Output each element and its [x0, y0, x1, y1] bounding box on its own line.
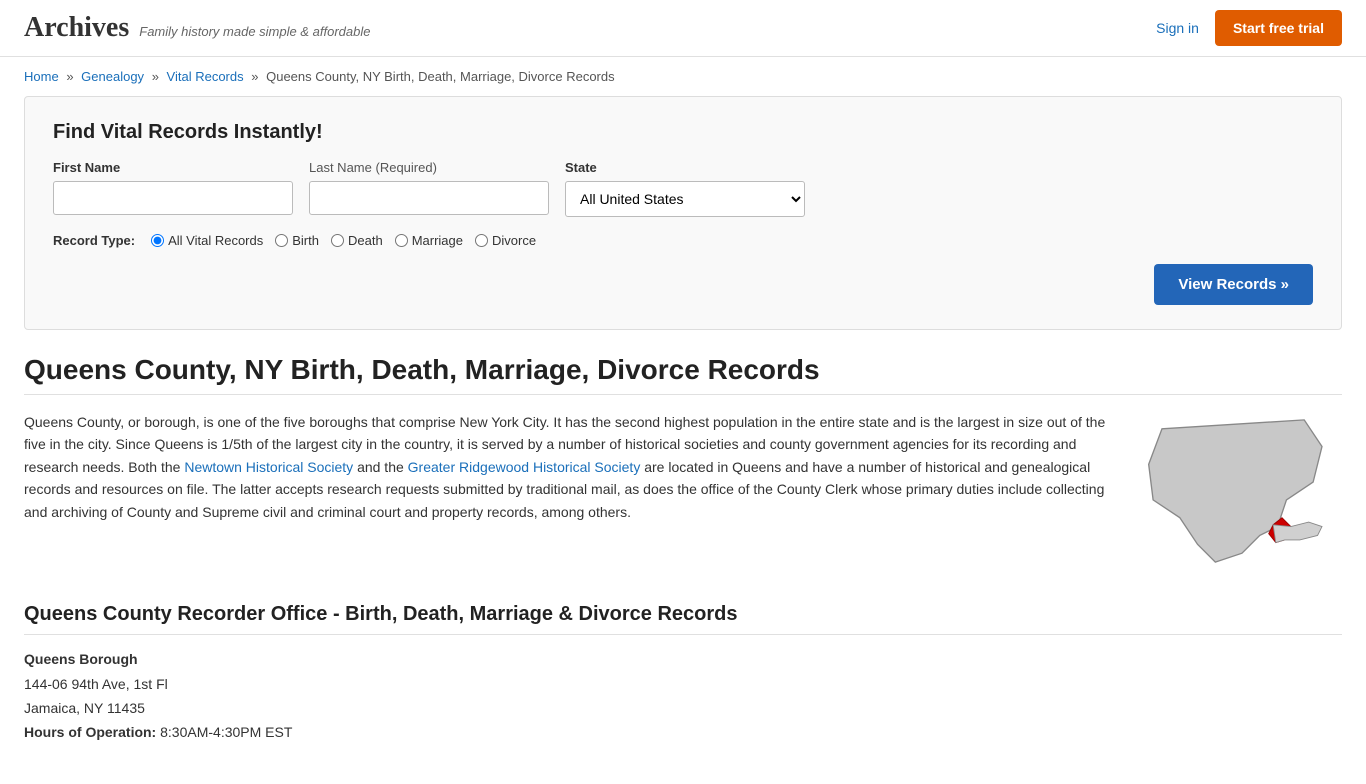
- breadcrumb-current: Queens County, NY Birth, Death, Marriage…: [266, 69, 615, 84]
- view-records-button[interactable]: View Records »: [1154, 264, 1313, 305]
- radio-marriage[interactable]: Marriage: [395, 233, 463, 248]
- main-content: Queens County, NY Birth, Death, Marriage…: [0, 354, 1366, 784]
- radio-death[interactable]: Death: [331, 233, 383, 248]
- hours-label: Hours of Operation:: [24, 724, 156, 740]
- search-fields: First Name Last Name (Required) State Al…: [53, 160, 1313, 217]
- record-type-options: All Vital Records Birth Death Marriage D…: [151, 233, 536, 248]
- page-title: Queens County, NY Birth, Death, Marriage…: [24, 354, 1342, 395]
- ny-map-container: [1142, 411, 1342, 571]
- office-name: Queens Borough: [24, 651, 1342, 667]
- site-logo: Archives: [24, 12, 129, 44]
- breadcrumb-vital-records[interactable]: Vital Records: [167, 69, 244, 84]
- crumb-sep-3: »: [251, 69, 258, 84]
- ny-map: [1142, 411, 1342, 571]
- content-text: Queens County, or borough, is one of the…: [24, 411, 1110, 571]
- recorder-title: Queens County Recorder Office - Birth, D…: [24, 603, 1342, 635]
- radio-all-vital[interactable]: All Vital Records: [151, 233, 263, 248]
- last-name-label: Last Name (Required): [309, 160, 549, 175]
- first-name-input[interactable]: [53, 181, 293, 215]
- recorder-section: Queens County Recorder Office - Birth, D…: [24, 603, 1342, 744]
- record-type-label: Record Type:: [53, 233, 135, 248]
- start-trial-button[interactable]: Start free trial: [1215, 10, 1342, 46]
- logo-tagline: Family history made simple & affordable: [139, 24, 370, 39]
- office-address: 144-06 94th Ave, 1st Fl Jamaica, NY 1143…: [24, 673, 1342, 744]
- search-actions: View Records »: [53, 264, 1313, 305]
- crumb-sep-2: »: [152, 69, 159, 84]
- hours-line: Hours of Operation: 8:30AM-4:30PM EST: [24, 721, 1342, 745]
- radio-divorce-input[interactable]: [475, 234, 488, 247]
- first-name-label: First Name: [53, 160, 293, 175]
- radio-divorce[interactable]: Divorce: [475, 233, 536, 248]
- address-line1: 144-06 94th Ave, 1st Fl: [24, 673, 1342, 697]
- content-area: Queens County, or borough, is one of the…: [24, 411, 1342, 571]
- search-title: Find Vital Records Instantly!: [53, 121, 1313, 144]
- radio-birth[interactable]: Birth: [275, 233, 319, 248]
- newtown-link[interactable]: Newtown Historical Society: [184, 459, 353, 475]
- last-name-group: Last Name (Required): [309, 160, 549, 217]
- ridgewood-link[interactable]: Greater Ridgewood Historical Society: [408, 459, 641, 475]
- address-line2: Jamaica, NY 11435: [24, 697, 1342, 721]
- crumb-sep-1: »: [66, 69, 73, 84]
- last-name-input[interactable]: [309, 181, 549, 215]
- breadcrumb-home[interactable]: Home: [24, 69, 59, 84]
- hours-value-text: 8:30AM-4:30PM EST: [160, 724, 292, 740]
- radio-marriage-input[interactable]: [395, 234, 408, 247]
- state-label: State: [565, 160, 805, 175]
- header-actions: Sign in Start free trial: [1156, 10, 1342, 46]
- description-paragraph: Queens County, or borough, is one of the…: [24, 411, 1110, 523]
- radio-birth-input[interactable]: [275, 234, 288, 247]
- record-type-row: Record Type: All Vital Records Birth Dea…: [53, 233, 1313, 248]
- first-name-group: First Name: [53, 160, 293, 217]
- state-select[interactable]: All United States Alabama Alaska Arizona…: [565, 181, 805, 217]
- logo-area: Archives Family history made simple & af…: [24, 12, 370, 44]
- desc-text-2: and the: [357, 459, 408, 475]
- breadcrumb-genealogy[interactable]: Genealogy: [81, 69, 144, 84]
- radio-death-input[interactable]: [331, 234, 344, 247]
- breadcrumb: Home » Genealogy » Vital Records » Queen…: [0, 57, 1366, 96]
- ny-state-map: [1142, 411, 1342, 571]
- office-details: Queens Borough 144-06 94th Ave, 1st Fl J…: [24, 651, 1342, 744]
- radio-all-vital-input[interactable]: [151, 234, 164, 247]
- state-group: State All United States Alabama Alaska A…: [565, 160, 805, 217]
- sign-in-link[interactable]: Sign in: [1156, 20, 1199, 36]
- site-header: Archives Family history made simple & af…: [0, 0, 1366, 57]
- search-box: Find Vital Records Instantly! First Name…: [24, 96, 1342, 330]
